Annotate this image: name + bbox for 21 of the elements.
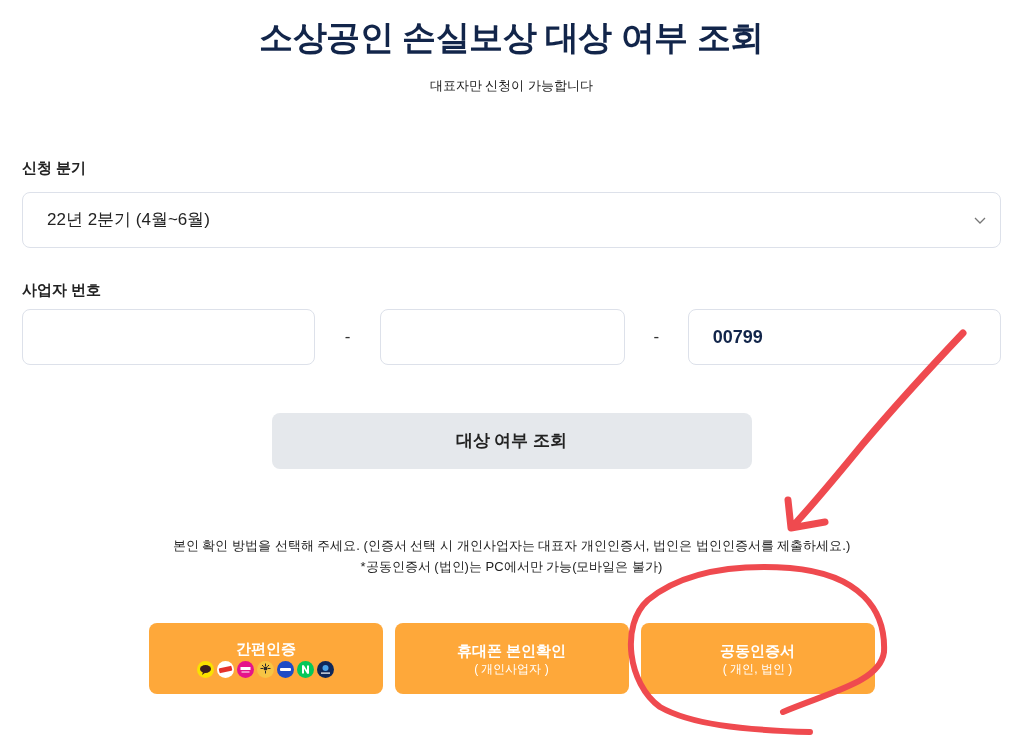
app-logo-icon — [277, 661, 294, 678]
business-number-field[interactable] — [22, 309, 316, 365]
page-subtitle: 대표자만 신청이 가능합니다 — [429, 77, 594, 95]
chevron-down-icon — [974, 216, 986, 224]
notice-text: 본인 확인 방법을 선택해 주세요. (인증서 선택 시 개인사업자는 대표자 개인인증서, 법인은 법인인증서를 제출하세요.) — [172, 537, 851, 555]
dash-separator: - — [652, 326, 661, 349]
speech-bubble-icon — [197, 661, 214, 678]
stamp-logo-icon — [217, 661, 234, 678]
page-title: 소상공인 손실보상 대상 여부 조회 — [259, 17, 764, 58]
notice-text: *공동인증서 (법인)는 PC에서만 가능(모바일은 불가) — [360, 558, 663, 576]
field-label: 사업자 번호 — [22, 280, 102, 300]
dash-separator: - — [343, 326, 352, 349]
business-number-field[interactable]: 00799 — [687, 309, 1001, 365]
n-logo-icon — [297, 661, 314, 678]
sunburst-logo-icon — [257, 661, 274, 678]
business-number-field[interactable] — [380, 309, 626, 365]
bank-logo-icon — [317, 661, 334, 678]
app-logo-icon — [237, 661, 254, 678]
field-label: 신청 분기 — [22, 158, 87, 178]
search-button[interactable]: 대상 여부 조회 — [271, 413, 752, 469]
quarter-select[interactable]: 22년 2분기 (4월~6월) — [22, 192, 1001, 248]
